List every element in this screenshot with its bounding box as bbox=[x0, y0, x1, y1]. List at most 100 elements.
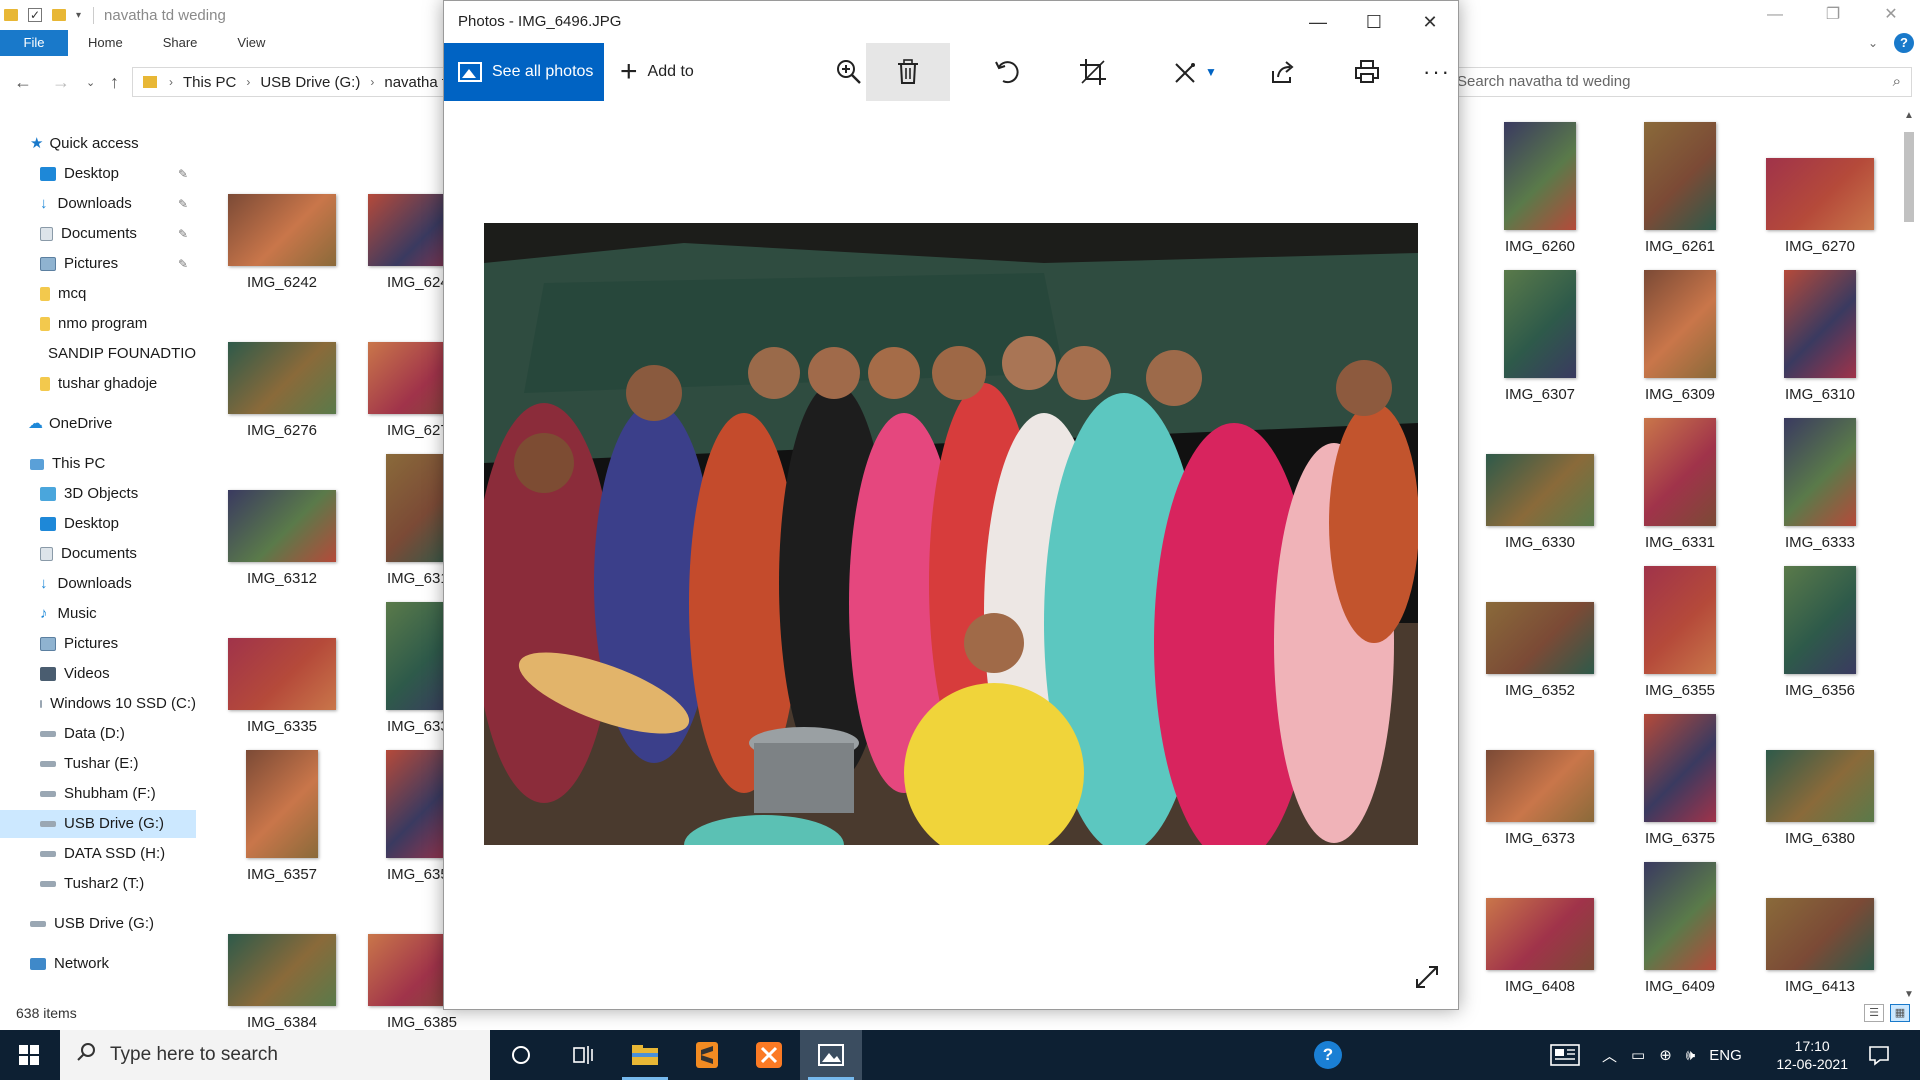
expand-ribbon-chevron-icon[interactable]: ⌄ bbox=[1868, 36, 1878, 50]
close-button[interactable]: ✕ bbox=[1402, 1, 1458, 43]
thumbnail-item[interactable]: IMG_6242 bbox=[212, 158, 352, 291]
maximize-button[interactable]: ☐ bbox=[1346, 1, 1402, 43]
scroll-up-icon[interactable]: ▲ bbox=[1904, 110, 1914, 121]
thumbnail-item[interactable]: IMG_6331 bbox=[1610, 418, 1750, 551]
sidebar-item-pc-desktop[interactable]: Desktop bbox=[40, 510, 119, 538]
restore-button[interactable]: ❐ bbox=[1804, 0, 1862, 30]
thumbnail-item[interactable]: IMG_6330 bbox=[1470, 418, 1610, 551]
search-icon[interactable]: ⌕ bbox=[1893, 68, 1901, 96]
tab-share[interactable]: Share bbox=[143, 30, 218, 56]
sidebar-item-pc-documents[interactable]: Documents bbox=[40, 540, 137, 568]
crop-icon[interactable] bbox=[1066, 43, 1120, 101]
see-all-photos-button[interactable]: See all photos bbox=[444, 43, 604, 101]
search-box[interactable]: Search navatha td weding ⌕ bbox=[1446, 67, 1912, 97]
breadcrumb-this-pc[interactable]: This PC bbox=[177, 74, 242, 91]
cortana-button[interactable] bbox=[490, 1030, 552, 1080]
thumbnail-item[interactable]: IMG_6373 bbox=[1470, 714, 1610, 847]
volume-icon[interactable]: 🕪 bbox=[1686, 1047, 1695, 1064]
sidebar-item-tushar2-t[interactable]: Tushar2 (T:) bbox=[40, 870, 144, 898]
scroll-down-icon[interactable]: ▼ bbox=[1904, 989, 1914, 1000]
battery-icon[interactable]: ▭ bbox=[1631, 1046, 1645, 1064]
thumbnail-item[interactable]: IMG_6270 bbox=[1750, 122, 1890, 255]
sidebar-item-tushar-e[interactable]: Tushar (E:) bbox=[40, 750, 138, 778]
thumbnail-item[interactable]: IMG_6335 bbox=[212, 602, 352, 735]
news-button[interactable] bbox=[1550, 1030, 1580, 1080]
add-to-button[interactable]: + Add to bbox=[620, 43, 694, 101]
show-hidden-icons-chevron-icon[interactable]: ︿ bbox=[1602, 1045, 1617, 1066]
details-view-icon[interactable]: ☰ bbox=[1864, 1004, 1884, 1022]
tab-file[interactable]: File bbox=[0, 30, 68, 56]
action-center-button[interactable] bbox=[1868, 1030, 1890, 1080]
pin-icon[interactable]: ✎ bbox=[178, 220, 188, 248]
sidebar-item-pc-downloads[interactable]: ↓ Downloads bbox=[40, 570, 132, 598]
sidebar-item-onedrive[interactable]: ☁ OneDrive bbox=[28, 410, 112, 438]
sidebar-item-3d-objects[interactable]: 3D Objects bbox=[40, 480, 138, 508]
start-button[interactable] bbox=[0, 1030, 58, 1080]
thumbnail-item[interactable]: IMG_6380 bbox=[1750, 714, 1890, 847]
share-icon[interactable] bbox=[1256, 43, 1310, 101]
pin-icon[interactable]: ✎ bbox=[178, 190, 188, 218]
minimize-button[interactable]: — bbox=[1746, 0, 1804, 30]
sidebar-item-pc-pictures[interactable]: Pictures bbox=[40, 630, 118, 658]
breadcrumb-usb-drive[interactable]: USB Drive (G:) bbox=[254, 74, 366, 91]
thumbnail-item[interactable]: IMG_6309 bbox=[1610, 270, 1750, 403]
sidebar-item-usb-drive[interactable]: USB Drive (G:) bbox=[30, 910, 154, 938]
sidebar-item-desktop[interactable]: Desktop ✎ bbox=[40, 160, 196, 188]
thumbnail-item[interactable]: IMG_6310 bbox=[1750, 270, 1890, 403]
sidebar-item-this-pc[interactable]: This PC bbox=[30, 450, 105, 478]
sidebar-item-tushar-ghadoje[interactable]: tushar ghadoje bbox=[40, 370, 157, 398]
thumbnail-item[interactable]: IMG_6260 bbox=[1470, 122, 1610, 255]
breadcrumb-separator-icon[interactable]: › bbox=[366, 75, 378, 89]
pin-icon[interactable]: ✎ bbox=[178, 160, 188, 188]
edit-and-create-icon[interactable]: ▼ bbox=[1160, 43, 1230, 101]
tab-home[interactable]: Home bbox=[68, 30, 143, 56]
vertical-scrollbar[interactable]: ▲ ▼ bbox=[1900, 110, 1918, 1000]
sidebar-item-data-ssd-h[interactable]: DATA SSD (H:) bbox=[40, 840, 165, 868]
sidebar-item-mcq[interactable]: mcq bbox=[40, 280, 86, 308]
help-icon[interactable]: ? bbox=[1894, 33, 1914, 53]
task-view-button[interactable] bbox=[552, 1030, 614, 1080]
taskbar-photos[interactable] bbox=[800, 1030, 862, 1080]
close-button[interactable]: ✕ bbox=[1862, 0, 1920, 30]
thumbnail-item[interactable]: IMG_6375 bbox=[1610, 714, 1750, 847]
thumbnail-item[interactable]: IMG_6356 bbox=[1750, 566, 1890, 699]
customize-qa-chevron-icon[interactable]: ▾ bbox=[76, 10, 81, 21]
delete-icon[interactable] bbox=[866, 43, 950, 101]
thumbnail-item[interactable]: IMG_6408 bbox=[1470, 862, 1610, 995]
taskbar-clock[interactable]: 17:10 12-06-2021 bbox=[1776, 1037, 1848, 1073]
thumbnail-item[interactable]: IMG_6355 bbox=[1610, 566, 1750, 699]
sidebar-item-shubham-f[interactable]: Shubham (F:) bbox=[40, 780, 156, 808]
sidebar-item-nmo-program[interactable]: nmo program bbox=[40, 310, 147, 338]
sidebar-item-downloads[interactable]: ↓ Downloads ✎ bbox=[40, 190, 196, 218]
thumbnail-item[interactable]: IMG_6384 bbox=[212, 898, 352, 1031]
breadcrumb-separator-icon[interactable]: › bbox=[165, 75, 177, 89]
thumbnail-item[interactable]: IMG_6413 bbox=[1750, 862, 1890, 995]
network-globe-icon[interactable]: ⊕ bbox=[1659, 1046, 1672, 1064]
sidebar-item-pictures[interactable]: Pictures ✎ bbox=[40, 250, 196, 278]
thumbnail-item[interactable]: IMG_6409 bbox=[1610, 862, 1750, 995]
up-arrow-icon[interactable]: ↑ bbox=[110, 72, 119, 93]
thumbnail-item[interactable]: IMG_6312 bbox=[212, 454, 352, 587]
new-folder-icon[interactable] bbox=[52, 9, 66, 21]
print-icon[interactable] bbox=[1340, 43, 1394, 101]
taskbar-xampp[interactable] bbox=[738, 1030, 800, 1080]
sidebar-item-music[interactable]: ♪ Music bbox=[40, 600, 97, 628]
sidebar-item-usb-drive-g[interactable]: USB Drive (G:) bbox=[0, 810, 196, 838]
more-options-icon[interactable]: ··· bbox=[1410, 43, 1464, 101]
properties-checkbox-icon[interactable]: ✓ bbox=[28, 8, 42, 22]
thumbnail-item[interactable]: IMG_6307 bbox=[1470, 270, 1610, 403]
sidebar-item-quick-access[interactable]: ★ Quick access bbox=[30, 130, 139, 158]
rotate-icon[interactable] bbox=[980, 43, 1034, 101]
sidebar-item-sandip-foundation[interactable]: SANDIP FOUNADTION bbox=[40, 340, 196, 368]
scrollbar-thumb[interactable] bbox=[1904, 132, 1914, 222]
fullscreen-expand-icon[interactable] bbox=[1414, 964, 1440, 995]
thumbnail-item[interactable]: IMG_6352 bbox=[1470, 566, 1610, 699]
input-language[interactable]: ENG bbox=[1709, 1047, 1742, 1064]
thumbnails-view-icon[interactable]: ▦ bbox=[1890, 1004, 1910, 1022]
forward-arrow-icon[interactable]: → bbox=[52, 72, 70, 93]
main-photo[interactable] bbox=[484, 223, 1418, 845]
pin-icon[interactable]: ✎ bbox=[178, 250, 188, 278]
sidebar-item-data-d[interactable]: Data (D:) bbox=[40, 720, 125, 748]
sidebar-item-network[interactable]: Network bbox=[30, 950, 109, 978]
taskbar-search-box[interactable]: Type here to search bbox=[60, 1030, 490, 1080]
